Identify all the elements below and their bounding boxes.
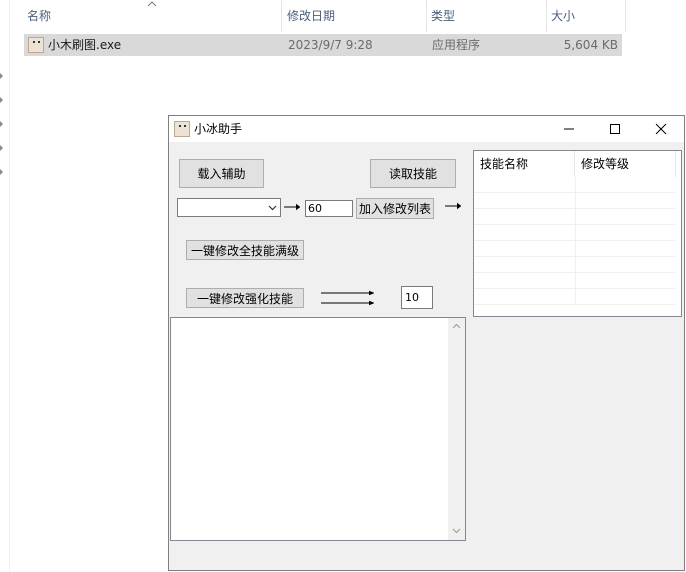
expand-arrow-icon[interactable] bbox=[0, 169, 6, 175]
app-file-icon bbox=[28, 37, 44, 53]
list-row[interactable] bbox=[474, 193, 676, 209]
file-type: 应用程序 bbox=[432, 38, 481, 52]
window-title: 小冰助手 bbox=[194, 122, 243, 136]
list-header-skill-name[interactable]: 技能名称 bbox=[474, 151, 575, 177]
vertical-scrollbar[interactable] bbox=[448, 318, 465, 540]
chevron-down-icon bbox=[268, 205, 277, 211]
list-row[interactable] bbox=[474, 177, 676, 193]
skill-select-dropdown[interactable] bbox=[177, 198, 281, 217]
expand-arrow-icon[interactable] bbox=[0, 97, 6, 103]
modify-enhanced-skills-button[interactable]: 一键修改强化技能 bbox=[186, 288, 304, 308]
scroll-down-icon[interactable] bbox=[452, 528, 461, 534]
file-row[interactable]: 小木刷图.exe 2023/9/7 9:28 应用程序 5,604 KB bbox=[24, 34, 622, 56]
column-header-type[interactable]: 类型 bbox=[428, 0, 547, 32]
column-header-modified[interactable]: 修改日期 bbox=[284, 0, 427, 32]
log-textarea[interactable] bbox=[170, 317, 466, 541]
file-modified: 2023/9/7 9:28 bbox=[288, 38, 373, 52]
maximize-button[interactable] bbox=[592, 116, 638, 142]
maximize-icon bbox=[610, 124, 620, 134]
sort-ascending-icon bbox=[147, 0, 157, 8]
enhance-level-input[interactable]: 10 bbox=[401, 286, 433, 309]
navigation-pane-edge bbox=[0, 0, 10, 572]
expand-arrow-icon[interactable] bbox=[0, 73, 6, 79]
expand-arrow-icon[interactable] bbox=[0, 145, 6, 151]
arrow-right-icon bbox=[445, 202, 462, 210]
app-icon bbox=[174, 121, 190, 137]
list-row[interactable] bbox=[474, 273, 676, 289]
level-input[interactable]: 60 bbox=[305, 200, 353, 217]
minimize-icon bbox=[564, 128, 574, 130]
file-name: 小木刷图.exe bbox=[48, 38, 122, 52]
title-bar[interactable]: 小冰助手 bbox=[169, 116, 684, 142]
column-header-size[interactable]: 大小 bbox=[548, 0, 626, 32]
max-all-skills-button[interactable]: 一键修改全技能满级 bbox=[186, 240, 304, 260]
list-row[interactable] bbox=[474, 241, 676, 257]
list-row[interactable] bbox=[474, 289, 676, 305]
expand-arrow-icon[interactable] bbox=[0, 121, 6, 127]
file-size: 5,604 KB bbox=[563, 38, 618, 52]
list-row[interactable] bbox=[474, 225, 676, 241]
list-row[interactable] bbox=[474, 209, 676, 225]
read-skills-button[interactable]: 读取技能 bbox=[370, 159, 456, 188]
close-icon bbox=[655, 123, 667, 135]
app-window: 小冰助手 载入辅助 读取技能 60 加入修改列表 一键修改全技能满级 一键修改强… bbox=[168, 115, 685, 571]
minimize-button[interactable] bbox=[546, 116, 592, 142]
scroll-up-icon[interactable] bbox=[452, 323, 461, 329]
file-list-header: 名称 修改日期 类型 大小 bbox=[24, 0, 626, 32]
list-row[interactable] bbox=[474, 257, 676, 273]
list-header-modify-level[interactable]: 修改等级 bbox=[575, 151, 676, 177]
add-to-list-button[interactable]: 加入修改列表 bbox=[356, 198, 434, 219]
close-button[interactable] bbox=[638, 116, 684, 142]
double-arrow-right-icon bbox=[321, 290, 375, 306]
arrow-right-icon bbox=[284, 203, 301, 211]
load-assist-button[interactable]: 载入辅助 bbox=[179, 159, 264, 188]
skill-modify-list[interactable]: 技能名称 修改等级 bbox=[473, 150, 682, 317]
